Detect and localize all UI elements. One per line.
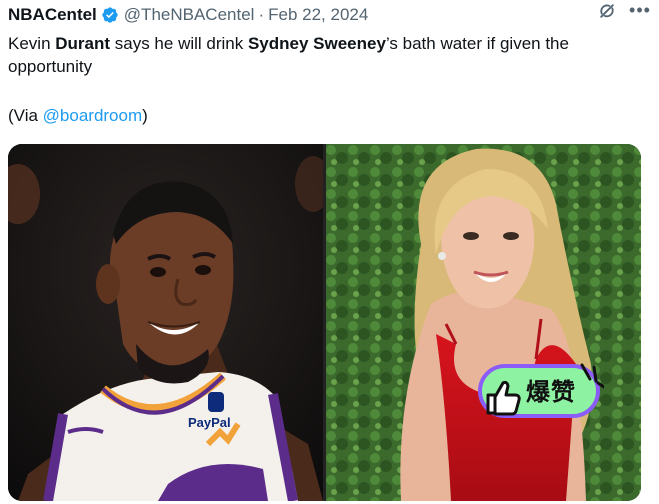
verified-badge-icon bbox=[102, 7, 118, 23]
jersey-brand-text: PayPal bbox=[188, 415, 231, 430]
more-icon[interactable]: ••• bbox=[629, 0, 651, 22]
media-grid: PayPal bbox=[8, 144, 641, 501]
via-prefix: (Via bbox=[8, 106, 43, 125]
tweet-date[interactable]: Feb 22, 2024 bbox=[268, 5, 368, 25]
photo-durant-illustration: PayPal bbox=[8, 144, 323, 501]
via-suffix: ) bbox=[142, 106, 148, 125]
via-line: (Via @boardroom) bbox=[8, 104, 148, 127]
tweet-text-bold: Durant bbox=[55, 34, 111, 53]
tweet-text-bold: Sydney Sweeney bbox=[247, 34, 386, 53]
tweet-text-part: says he will drink bbox=[110, 34, 248, 53]
tweet-header: NBACentel @TheNBACentel · Feb 22, 2024 bbox=[8, 4, 651, 26]
author-handle[interactable]: @TheNBACentel bbox=[124, 5, 255, 25]
separator-dot: · bbox=[258, 5, 265, 24]
photo-sweeney-illustration bbox=[326, 144, 641, 501]
reaction-sticker: 爆赞 bbox=[478, 361, 606, 423]
tweet-text: Kevin Durant says he will drink Sydney S… bbox=[8, 32, 648, 78]
author-name[interactable]: NBACentel bbox=[8, 5, 97, 25]
photo-sweeney[interactable] bbox=[326, 144, 641, 501]
photo-durant[interactable]: PayPal bbox=[8, 144, 323, 501]
via-mention-link[interactable]: @boardroom bbox=[43, 106, 142, 125]
grok-icon[interactable] bbox=[597, 1, 617, 21]
sticker-label: 爆赞 bbox=[526, 378, 576, 406]
thumbs-up-icon bbox=[486, 380, 521, 416]
tweet-text-part: Kevin bbox=[8, 34, 56, 53]
